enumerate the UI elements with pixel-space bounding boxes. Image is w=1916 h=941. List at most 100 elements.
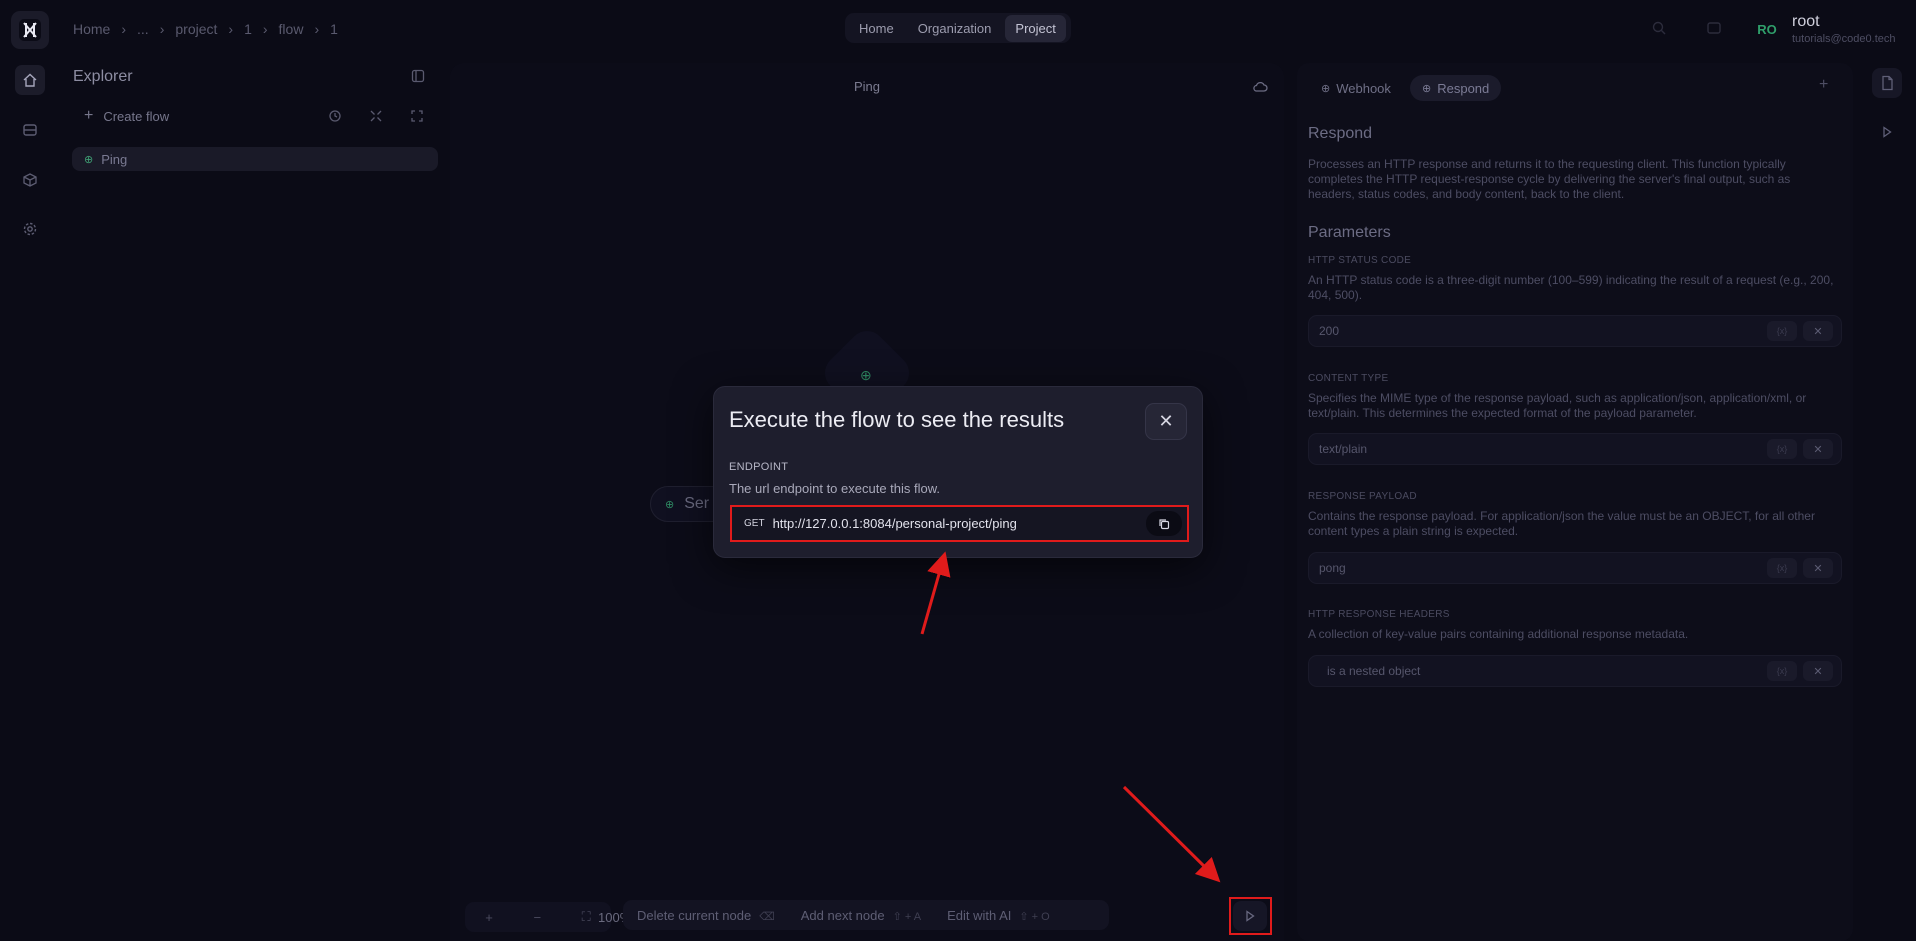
param-description: An HTTP status code is a three-digit num… xyxy=(1308,273,1834,302)
create-flow-label: Create flow xyxy=(103,108,170,124)
clear-icon[interactable]: ✕ xyxy=(1803,321,1833,341)
param-label: RESPONSE PAYLOAD xyxy=(1308,491,1417,502)
create-flow-button[interactable]: + Create flow xyxy=(72,102,169,130)
settings-rail-button[interactable] xyxy=(15,214,45,244)
field-value: 200 xyxy=(1319,324,1340,338)
document-panel-button[interactable] xyxy=(1872,68,1902,98)
globe-icon: ⊕ xyxy=(84,153,94,166)
field-value: text/plain xyxy=(1319,442,1368,456)
endpoint-url-field[interactable]: GET http://127.0.0.1:8084/personal-proje… xyxy=(730,505,1189,542)
clear-icon[interactable]: ✕ xyxy=(1803,439,1833,459)
user-email: tutorials@code0.tech xyxy=(1792,33,1896,45)
breadcrumb-project[interactable]: project xyxy=(175,21,217,37)
variable-toggle-button[interactable]: {x} xyxy=(1767,558,1797,578)
content-type-field[interactable]: text/plain {x} ✕ xyxy=(1308,433,1842,465)
breadcrumb-flow-id[interactable]: 1 xyxy=(330,21,338,37)
breadcrumb-ellipsis[interactable]: ... xyxy=(137,21,149,37)
function-description: Processes an HTTP response and returns i… xyxy=(1308,157,1791,201)
clear-icon[interactable]: ✕ xyxy=(1803,661,1833,681)
gear-icon xyxy=(23,222,37,236)
edit-with-ai-command[interactable]: Edit with AI ⇧ + O xyxy=(947,908,1050,923)
canvas-title: Ping xyxy=(853,79,881,94)
flow-item-label: Ping xyxy=(101,151,128,167)
collapse-sidebar-icon[interactable] xyxy=(406,64,430,88)
function-title: Respond xyxy=(1308,125,1373,142)
home-rail-button[interactable] xyxy=(15,65,45,95)
delete-node-command[interactable]: Delete current node ⌫ xyxy=(637,908,775,923)
copy-url-button[interactable] xyxy=(1146,511,1182,536)
collapse-all-icon[interactable] xyxy=(364,104,388,128)
history-icon[interactable] xyxy=(323,104,347,128)
add-next-node-command[interactable]: Add next node ⇧ + A xyxy=(801,908,921,923)
breadcrumb-home[interactable]: Home xyxy=(73,21,110,37)
flow-item-ping[interactable]: ⊕ Ping xyxy=(72,147,438,171)
param-label: CONTENT TYPE xyxy=(1308,373,1389,384)
breadcrumb-project-id[interactable]: 1 xyxy=(244,21,252,37)
breadcrumb-flow[interactable]: flow xyxy=(279,21,304,37)
server-icon xyxy=(23,124,37,136)
endpoint-url[interactable]: http://127.0.0.1:8084/personal-project/p… xyxy=(773,516,1017,531)
chevron-right-icon: › xyxy=(159,21,165,37)
expand-all-icon[interactable] xyxy=(405,104,429,128)
param-label: HTTP STATUS CODE xyxy=(1308,255,1412,266)
param-label: HTTP RESPONSE HEADERS xyxy=(1308,609,1450,620)
endpoint-label: ENDPOINT xyxy=(729,461,789,473)
status-code-field[interactable]: 200 {x} ✕ xyxy=(1308,315,1842,347)
chevron-right-icon: › xyxy=(262,21,268,37)
dialog-title: Execute the flow to see the results xyxy=(729,407,1065,432)
response-payload-field[interactable]: pong {x} ✕ xyxy=(1308,552,1842,584)
node-label: Ser xyxy=(684,495,710,512)
field-value: is a nested object xyxy=(1327,664,1421,678)
tab-label: Webhook xyxy=(1336,80,1391,96)
clear-icon[interactable]: ✕ xyxy=(1803,558,1833,578)
inbox-icon[interactable] xyxy=(1706,20,1722,39)
plus-icon: + xyxy=(84,107,94,124)
endpoint-description: The url endpoint to execute this flow. xyxy=(729,481,941,496)
globe-icon: ⊕ xyxy=(860,367,872,383)
close-button[interactable]: ✕ xyxy=(1145,403,1187,440)
nav-home[interactable]: Home xyxy=(849,15,904,42)
add-tab-icon[interactable]: + xyxy=(1819,76,1828,94)
play-icon xyxy=(1883,126,1892,138)
cube-rail-button[interactable] xyxy=(15,165,45,195)
zoom-out-icon[interactable]: − xyxy=(533,910,541,925)
command-label: Delete current node xyxy=(637,907,752,923)
explorer-title: Explorer xyxy=(73,68,133,85)
nav-project[interactable]: Project xyxy=(1005,14,1066,42)
shortcut-hint: ⇧ + A xyxy=(892,910,922,923)
field-value: pong xyxy=(1319,561,1346,575)
database-rail-button[interactable] xyxy=(15,115,45,145)
chevron-right-icon: › xyxy=(314,21,320,37)
globe-icon: ⊕ xyxy=(1422,82,1432,95)
zoom-controls: + − ⛶ xyxy=(465,902,611,932)
run-panel-button[interactable] xyxy=(1872,117,1902,147)
top-nav: Home Organization Project xyxy=(845,13,1071,43)
file-icon xyxy=(1882,75,1893,91)
variable-toggle-button[interactable]: {x} xyxy=(1767,661,1797,681)
command-bar: Delete current node ⌫ Add next node ⇧ + A … xyxy=(623,900,1109,930)
variable-toggle-button[interactable]: {x} xyxy=(1767,321,1797,341)
globe-icon: ⊕ xyxy=(1321,82,1331,95)
cloud-sync-icon[interactable] xyxy=(1252,80,1268,97)
variable-toggle-button[interactable]: {x} xyxy=(1767,439,1797,459)
tab-respond[interactable]: ⊕ Respond xyxy=(1410,75,1502,101)
explorer-panel xyxy=(60,62,442,941)
tab-webhook[interactable]: ⊕ Webhook xyxy=(1309,75,1403,101)
avatar[interactable]: RO xyxy=(1752,18,1782,40)
response-headers-field[interactable]: is a nested object {x} ✕ xyxy=(1308,655,1842,687)
nav-organization[interactable]: Organization xyxy=(908,15,1002,42)
fit-view-icon[interactable]: ⛶ xyxy=(582,909,591,925)
zoom-in-icon[interactable]: + xyxy=(485,910,493,925)
tab-label: Respond xyxy=(1437,80,1490,96)
shortcut-hint: ⇧ + O xyxy=(1019,910,1050,923)
app-logo[interactable] xyxy=(11,11,49,49)
http-method-badge: GET xyxy=(744,518,765,529)
param-description: Contains the response payload. For appli… xyxy=(1308,509,1815,538)
cube-icon xyxy=(23,173,37,187)
param-description: A collection of key-value pairs containi… xyxy=(1308,627,1689,641)
annotation-highlight-run xyxy=(1229,897,1272,935)
user-name: root xyxy=(1792,13,1820,30)
param-description: Specifies the MIME type of the response … xyxy=(1308,391,1807,420)
chevron-right-icon: › xyxy=(121,21,127,37)
search-icon[interactable] xyxy=(1651,20,1667,39)
